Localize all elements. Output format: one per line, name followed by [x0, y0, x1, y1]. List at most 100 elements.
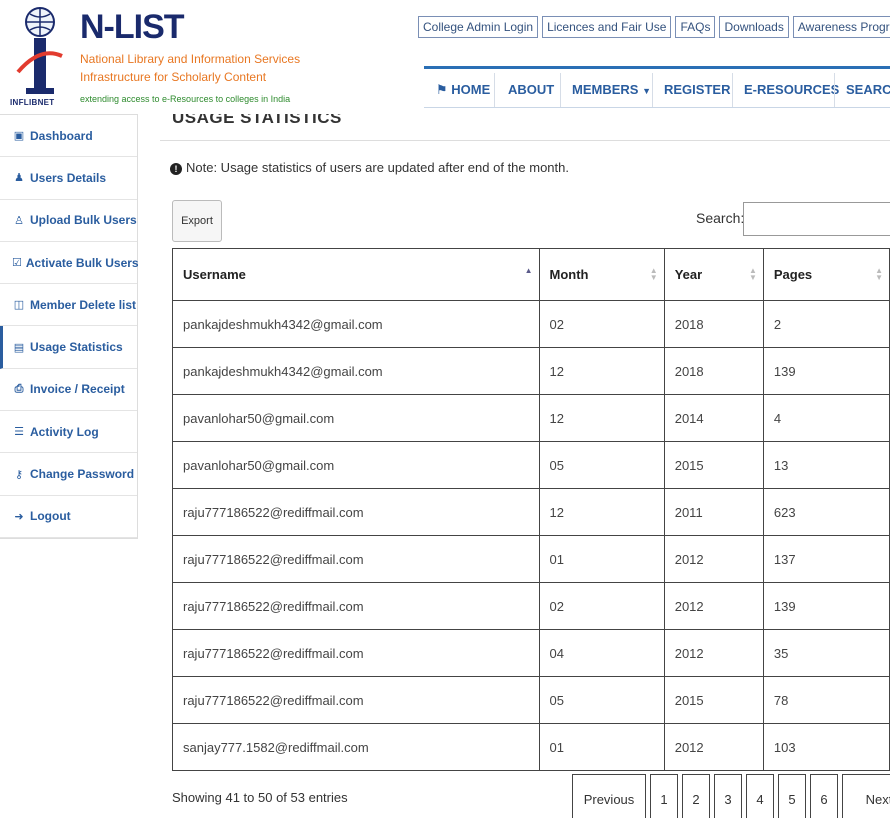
faqs-link[interactable]: FAQs	[675, 16, 716, 38]
nav-divider	[732, 73, 733, 107]
cell-month: 12	[538, 347, 665, 395]
nav-eresources[interactable]: E-RESOURCES	[744, 82, 839, 97]
cell-year: 2018	[663, 300, 764, 348]
sidebar-item-logout[interactable]: ➜ Logout	[0, 496, 137, 538]
sidebar-item-invoice-receipt[interactable]: ⎙ Invoice / Receipt	[0, 369, 137, 412]
cell-pages: 13	[762, 441, 890, 489]
cell-pages: 137	[762, 535, 890, 583]
usage-note: ! Note: Usage statistics of users are upd…	[170, 160, 569, 175]
column-header-month[interactable]: Month ▲ ▼	[538, 248, 665, 301]
page-button-6[interactable]: 6	[810, 774, 838, 818]
trash-icon: ◫	[13, 299, 25, 312]
inflibnet-emblem-icon	[16, 7, 63, 94]
next-page-button[interactable]: Next	[842, 774, 890, 818]
cell-month: 05	[538, 676, 665, 724]
table-row: raju777186522@rediffmail.com 05 2015 78	[172, 676, 890, 724]
sidebar-item-label: Activity Log	[30, 424, 99, 439]
cell-username: pankajdeshmukh4342@gmail.com	[172, 300, 540, 348]
sidebar-item-change-password[interactable]: ⚷ Change Password	[0, 453, 137, 496]
sidebar-item-label: Dashboard	[30, 128, 93, 143]
column-header-label: Username	[183, 267, 246, 282]
cell-month: 01	[538, 723, 665, 771]
exclamation-circle-icon: !	[170, 163, 182, 175]
cell-pages: 103	[762, 723, 890, 771]
cell-year: 2012	[663, 582, 764, 630]
nav-home[interactable]: ⚑ HOME	[436, 82, 490, 98]
inflibnet-badge: INFLIBNET	[10, 98, 55, 107]
page-button-3[interactable]: 3	[714, 774, 742, 818]
logo-subtitle-line1: National Library and Information Service…	[80, 52, 301, 66]
nav-about[interactable]: ABOUT	[508, 82, 554, 97]
export-button[interactable]: Export	[172, 200, 222, 242]
cell-username: pankajdeshmukh4342@gmail.com	[172, 347, 540, 395]
licences-link[interactable]: Licences and Fair Use	[542, 16, 672, 38]
page-button-2[interactable]: 2	[682, 774, 710, 818]
page-button-4[interactable]: 4	[746, 774, 774, 818]
cell-username: raju777186522@rediffmail.com	[172, 582, 540, 630]
cell-username: pavanlohar50@gmail.com	[172, 441, 540, 489]
nav-divider	[834, 73, 835, 107]
table-row: sanjay777.1582@rediffmail.com 01 2012 10…	[172, 723, 890, 771]
sidebar-item-label: Invoice / Receipt	[30, 382, 125, 397]
dashboard-icon: ▣	[13, 130, 25, 143]
column-header-year[interactable]: Year ▲ ▼	[663, 248, 764, 301]
awareness-programme-link[interactable]: Awareness Programme	[792, 16, 890, 38]
sidebar-item-label: Users Details	[30, 170, 107, 185]
sidebar-item-activate-bulk-users[interactable]: ☑ Activate Bulk Users	[0, 242, 139, 285]
cell-username: sanjay777.1582@rediffmail.com	[172, 723, 540, 771]
search-input[interactable]	[743, 202, 890, 236]
pagination: Previous 1 2 3 4 5 6 Next	[572, 774, 890, 818]
nav-home-label: HOME	[451, 82, 491, 97]
cell-month: 12	[538, 394, 665, 442]
sidebar-item-label: Activate Bulk Users	[25, 255, 139, 270]
cell-year: 2015	[663, 441, 764, 489]
sidebar-item-label: Logout	[30, 509, 71, 524]
cell-year: 2012	[663, 723, 764, 771]
sidebar-item-usage-statistics[interactable]: ▤ Usage Statistics	[0, 326, 137, 369]
nav-search[interactable]: SEARCH	[846, 82, 890, 97]
sort-asc-icon: ▲	[524, 266, 533, 275]
table-row: pavanlohar50@gmail.com 12 2014 4	[172, 394, 890, 442]
logo-tagline: extending access to e-Resources to colle…	[80, 94, 291, 104]
column-header-username[interactable]: Username ▲	[172, 248, 540, 301]
cell-username: raju777186522@rediffmail.com	[172, 629, 540, 677]
page-button-1[interactable]: 1	[650, 774, 678, 818]
sign-out-icon: ➜	[14, 510, 24, 523]
sidebar-item-member-delete-list[interactable]: ◫ Member Delete list	[0, 284, 137, 327]
sidebar-item-label: Change Password	[30, 467, 135, 482]
cell-pages: 139	[762, 582, 890, 630]
user-icon: ♟	[14, 172, 24, 185]
cell-username: pavanlohar50@gmail.com	[172, 394, 540, 442]
cell-month: 05	[538, 441, 665, 489]
cell-year: 2012	[663, 629, 764, 677]
sidebar-item-activity-log[interactable]: ☰ Activity Log	[0, 411, 137, 454]
users-upload-icon: ♙	[14, 214, 24, 227]
top-links-bar: College Admin Login Licences and Fair Us…	[418, 16, 890, 38]
downloads-link[interactable]: Downloads	[719, 16, 789, 38]
nav-members[interactable]: MEMBERS ▼	[572, 82, 651, 97]
previous-page-button[interactable]: Previous	[572, 774, 646, 818]
logo-title: N-LIST	[80, 8, 185, 46]
table-row: raju777186522@rediffmail.com 02 2012 139	[172, 582, 890, 630]
site-logo[interactable]: INFLIBNET N-LIST National Library and In…	[8, 6, 308, 110]
logo-subtitle-line2: Infrastructure for Scholarly Content	[80, 70, 267, 84]
table-row: pankajdeshmukh4342@gmail.com 02 2018 2	[172, 300, 890, 348]
sidebar-item-upload-bulk-users[interactable]: ♙ Upload Bulk Users	[0, 200, 137, 242]
cell-year: 2011	[663, 488, 764, 536]
cell-pages: 4	[762, 394, 890, 442]
checkbox-icon: ☑	[12, 257, 22, 270]
cell-year: 2018	[663, 347, 764, 395]
cell-month: 04	[538, 629, 665, 677]
nav-register[interactable]: REGISTER	[664, 82, 730, 97]
cell-month: 12	[538, 488, 665, 536]
cell-month: 02	[538, 582, 665, 630]
column-header-pages[interactable]: Pages ▲ ▼	[762, 248, 890, 301]
list-icon: ☰	[14, 426, 24, 439]
page-button-5[interactable]: 5	[778, 774, 806, 818]
cell-username: raju777186522@rediffmail.com	[172, 488, 540, 536]
sidebar-item-dashboard[interactable]: ▣ Dashboard	[0, 115, 137, 158]
sidebar-item-users-details[interactable]: ♟ Users Details	[0, 157, 137, 200]
table-row: raju777186522@rediffmail.com 12 2011 623	[172, 488, 890, 536]
key-icon: ⚷	[14, 468, 24, 481]
college-admin-login-link[interactable]: College Admin Login	[418, 16, 539, 38]
